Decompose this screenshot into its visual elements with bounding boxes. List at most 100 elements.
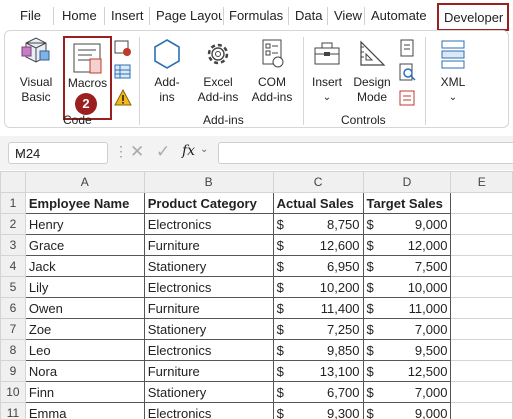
- header-cell[interactable]: Employee Name: [24, 192, 145, 214]
- tab-page-layout[interactable]: Page Layout: [156, 8, 222, 23]
- excel-addins-button[interactable]: Excel Add-ins: [191, 37, 245, 105]
- tab-file[interactable]: File: [20, 8, 41, 23]
- actual-sales-cell[interactable]: $6,700: [272, 381, 364, 403]
- employee-name-cell[interactable]: Finn: [24, 381, 145, 403]
- design-mode-button[interactable]: Design Mode: [349, 37, 395, 105]
- column-header[interactable]: A: [24, 171, 145, 193]
- tab-automate[interactable]: Automate: [371, 8, 427, 23]
- empty-cell[interactable]: [450, 234, 513, 256]
- com-addins-button[interactable]: COM Add-ins: [245, 37, 299, 105]
- actual-sales-cell[interactable]: $8,750: [272, 213, 364, 235]
- row-header[interactable]: 9: [0, 360, 26, 382]
- row-header[interactable]: 5: [0, 276, 26, 298]
- empty-cell[interactable]: [450, 318, 513, 340]
- employee-name-cell[interactable]: Zoe: [24, 318, 145, 340]
- product-category-cell[interactable]: Stationery: [143, 318, 274, 340]
- empty-cell[interactable]: [450, 339, 513, 361]
- employee-name-cell[interactable]: Leo: [24, 339, 145, 361]
- empty-cell[interactable]: [450, 297, 513, 319]
- target-sales-cell[interactable]: $12,000: [362, 234, 452, 256]
- actual-sales-cell[interactable]: $11,400: [272, 297, 364, 319]
- row-header[interactable]: 8: [0, 339, 26, 361]
- properties-icon[interactable]: [398, 39, 416, 57]
- employee-name-cell[interactable]: Jack: [24, 255, 145, 277]
- cancel-icon[interactable]: ✕: [130, 142, 144, 162]
- product-category-cell[interactable]: Furniture: [143, 297, 274, 319]
- column-header[interactable]: B: [143, 171, 274, 193]
- target-sales-cell[interactable]: $7,000: [362, 318, 452, 340]
- product-category-cell[interactable]: Electronics: [143, 402, 274, 419]
- employee-name-cell[interactable]: Owen: [24, 297, 145, 319]
- worksheet-grid[interactable]: A B C D E 1 Employee Name Product Category…: [0, 171, 513, 419]
- actual-sales-cell[interactable]: $10,200: [272, 276, 364, 298]
- target-sales-cell[interactable]: $7,500: [362, 255, 452, 277]
- target-sales-cell[interactable]: $9,500: [362, 339, 452, 361]
- employee-name-cell[interactable]: Henry: [24, 213, 145, 235]
- row-header[interactable]: 11: [0, 402, 26, 419]
- product-category-cell[interactable]: Stationery: [143, 255, 274, 277]
- product-category-cell[interactable]: Stationery: [143, 381, 274, 403]
- record-macro-icon[interactable]: [114, 39, 132, 57]
- target-sales-cell[interactable]: $11,000: [362, 297, 452, 319]
- employee-name-cell[interactable]: Nora: [24, 360, 145, 382]
- employee-name-cell[interactable]: Emma: [24, 402, 145, 419]
- visual-basic-button[interactable]: Visual Basic: [11, 35, 61, 105]
- empty-cell[interactable]: [450, 255, 513, 277]
- row-header[interactable]: 3: [0, 234, 26, 256]
- run-dialog-icon[interactable]: [398, 89, 416, 107]
- tab-formulas[interactable]: Formulas: [229, 8, 283, 23]
- empty-cell[interactable]: [450, 213, 513, 235]
- tab-home[interactable]: Home: [62, 8, 97, 23]
- product-category-cell[interactable]: Furniture: [143, 234, 274, 256]
- view-code-icon[interactable]: [398, 63, 416, 81]
- header-cell[interactable]: Actual Sales: [272, 192, 364, 214]
- empty-cell[interactable]: [450, 276, 513, 298]
- row-header[interactable]: 10: [0, 381, 26, 403]
- row-header[interactable]: 7: [0, 318, 26, 340]
- select-all-corner[interactable]: [0, 171, 26, 193]
- formula-input[interactable]: [218, 142, 513, 164]
- actual-sales-cell[interactable]: $9,850: [272, 339, 364, 361]
- row-header[interactable]: 6: [0, 297, 26, 319]
- relative-references-icon[interactable]: [114, 63, 132, 81]
- insert-control-button[interactable]: Insert ⌄: [307, 37, 347, 105]
- empty-cell[interactable]: [450, 402, 513, 419]
- actual-sales-cell[interactable]: $13,100: [272, 360, 364, 382]
- empty-cell[interactable]: [450, 360, 513, 382]
- row-header[interactable]: 4: [0, 255, 26, 277]
- chevron-down-icon[interactable]: ⌄: [15, 145, 101, 158]
- xml-button[interactable]: XML ⌄: [433, 37, 473, 105]
- tab-view[interactable]: View: [334, 8, 362, 23]
- target-sales-cell[interactable]: $9,000: [362, 402, 452, 419]
- product-category-cell[interactable]: Electronics: [143, 213, 274, 235]
- enter-icon[interactable]: ✓: [156, 142, 170, 162]
- tab-developer[interactable]: Developer: [437, 3, 509, 31]
- empty-cell[interactable]: [450, 381, 513, 403]
- insert-function-button[interactable]: fx: [182, 143, 195, 159]
- product-category-cell[interactable]: Electronics: [143, 276, 274, 298]
- product-category-cell[interactable]: Electronics: [143, 339, 274, 361]
- actual-sales-cell[interactable]: $12,600: [272, 234, 364, 256]
- empty-cell[interactable]: [450, 192, 513, 214]
- target-sales-cell[interactable]: $12,500: [362, 360, 452, 382]
- row-header[interactable]: 1: [0, 192, 26, 214]
- column-header[interactable]: C: [272, 171, 364, 193]
- header-cell[interactable]: Product Category: [143, 192, 274, 214]
- target-sales-cell[interactable]: $7,000: [362, 381, 452, 403]
- target-sales-cell[interactable]: $9,000: [362, 213, 452, 235]
- actual-sales-cell[interactable]: $6,950: [272, 255, 364, 277]
- column-header[interactable]: E: [450, 171, 513, 193]
- column-header[interactable]: D: [362, 171, 452, 193]
- employee-name-cell[interactable]: Grace: [24, 234, 145, 256]
- macro-security-icon[interactable]: [114, 89, 132, 107]
- tab-data[interactable]: Data: [295, 8, 322, 23]
- actual-sales-cell[interactable]: $9,300: [272, 402, 364, 419]
- header-cell[interactable]: Target Sales: [362, 192, 452, 214]
- row-header[interactable]: 2: [0, 213, 26, 235]
- actual-sales-cell[interactable]: $7,250: [272, 318, 364, 340]
- addins-button[interactable]: Add- ins: [145, 37, 189, 105]
- name-box[interactable]: M24 ⌄: [8, 142, 108, 164]
- tab-insert[interactable]: Insert: [111, 8, 144, 23]
- target-sales-cell[interactable]: $10,000: [362, 276, 452, 298]
- product-category-cell[interactable]: Furniture: [143, 360, 274, 382]
